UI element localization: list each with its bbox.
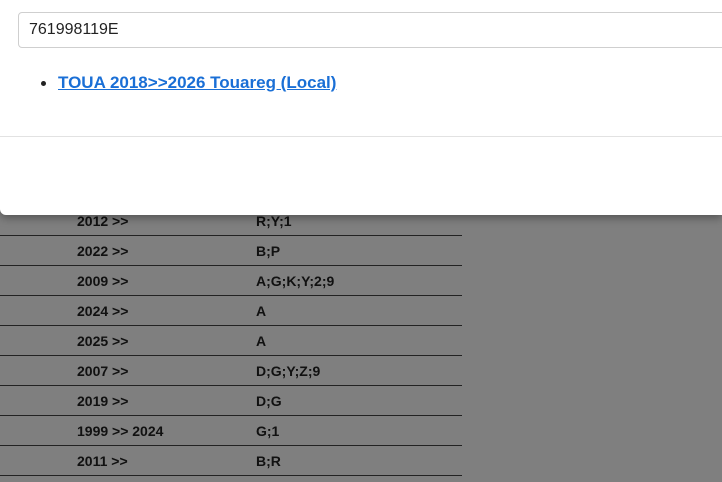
bullet-icon: [41, 81, 46, 86]
search-input[interactable]: [18, 12, 722, 48]
divider: [0, 136, 722, 137]
search-results-list: TOUA 2018>>2026 Touareg (Local): [18, 70, 336, 96]
search-modal: TOUA 2018>>2026 Touareg (Local): [0, 0, 722, 215]
list-item: TOUA 2018>>2026 Touareg (Local): [41, 70, 336, 96]
result-link[interactable]: TOUA 2018>>2026 Touareg (Local): [58, 73, 336, 92]
